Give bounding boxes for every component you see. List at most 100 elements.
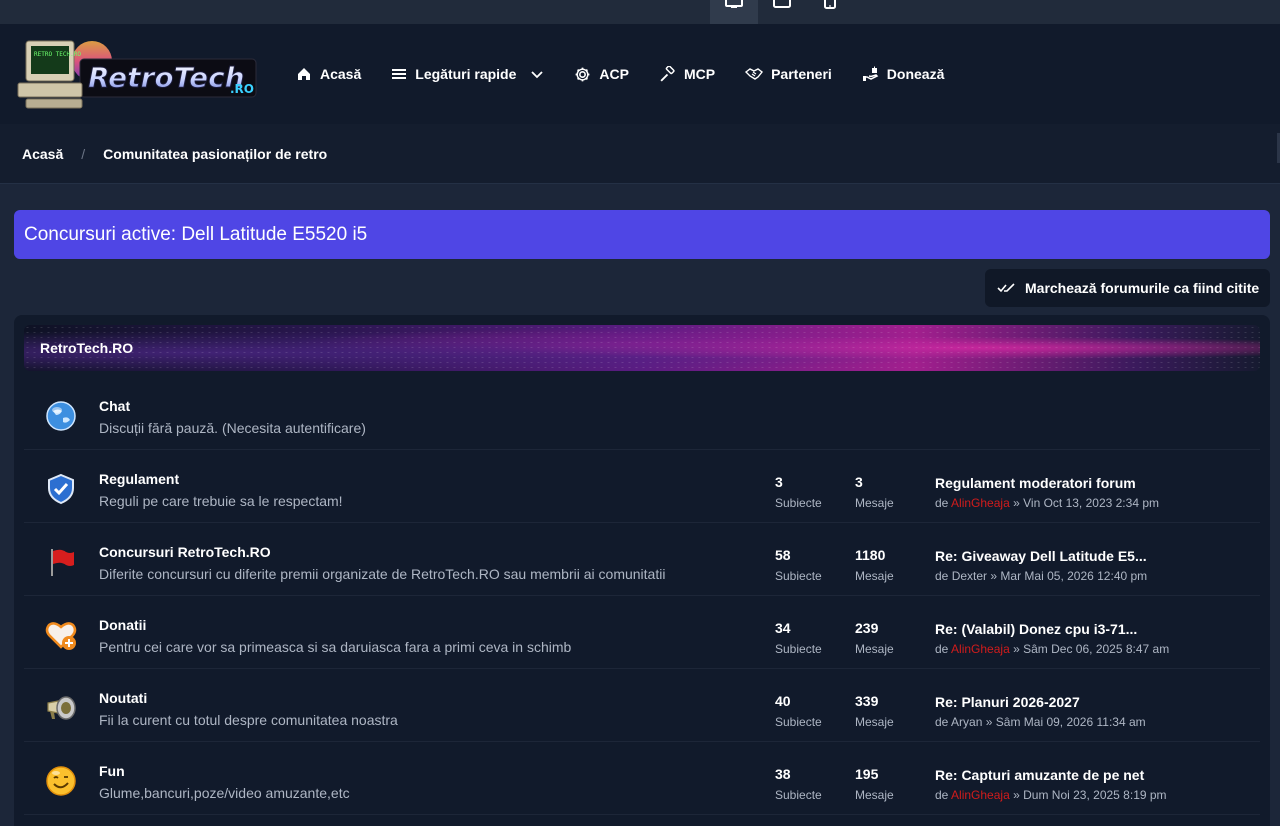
announcement-banner: Concursuri active: Dell Latitude E5520 i… [14, 210, 1270, 259]
site-header: RETRO TECH.RO RetroTech .RO Acasă Legătu… [0, 24, 1280, 124]
nav-quick-links[interactable]: Legături rapide [391, 66, 544, 82]
topics-count: 40 [775, 693, 791, 709]
posts-count: 339 [855, 693, 879, 709]
last-post-user[interactable]: Aryan [951, 715, 982, 729]
by-label: de [935, 715, 949, 729]
posts-label: Mesaje [855, 642, 894, 656]
meta-sep: » [985, 715, 993, 729]
topics-label: Subiecte [775, 715, 822, 729]
last-post-meta: de Aryan » Sâm Mai 09, 2026 11:34 am [935, 715, 1146, 729]
last-post-title[interactable]: Re: Giveaway Dell Latitude E5... [935, 548, 1147, 564]
posts-count: 1180 [855, 547, 886, 563]
double-check-icon [997, 283, 1015, 293]
mark-forums-read-label: Marchează forumurile ca fiind citite [1025, 280, 1260, 296]
site-logo[interactable]: RETRO TECH.RO RetroTech .RO [16, 39, 260, 111]
forum-description: Pentru cei care vor sa primeasca si sa d… [99, 639, 572, 655]
topics-count: 38 [775, 766, 791, 782]
topics-label: Subiecte [775, 788, 822, 802]
forum-name[interactable]: Concursuri RetroTech.RO [99, 544, 271, 560]
mobile-icon [824, 0, 836, 9]
topics-count: 58 [775, 547, 791, 563]
nav-donate[interactable]: Donează [862, 66, 945, 82]
tablet-icon [773, 0, 791, 8]
posts-label: Mesaje [855, 715, 894, 729]
forum-name[interactable]: Chat [99, 398, 130, 414]
forum-name[interactable]: Fun [99, 763, 125, 779]
by-label: de [935, 569, 949, 583]
nav-partners[interactable]: Parteneri [745, 66, 832, 82]
category-title[interactable]: RetroTech.RO [40, 340, 133, 356]
last-post-user[interactable]: AlinGheaja [951, 642, 1010, 656]
nav-mcp-label: MCP [683, 66, 716, 82]
breadcrumb-separator: / [81, 145, 86, 162]
desktop-icon [725, 0, 743, 8]
last-post-date: Sâm Dec 06, 2025 8:47 am [1023, 642, 1170, 656]
last-post-title[interactable]: Regulament moderatori forum [935, 475, 1136, 491]
nav-partners-label: Parteneri [771, 66, 832, 82]
topics-label: Subiecte [775, 642, 822, 656]
topics-count: 34 [775, 620, 791, 636]
last-post-date: Vin Oct 13, 2023 2:34 pm [1023, 496, 1159, 510]
device-switcher-bar [0, 0, 1280, 24]
nav-home[interactable]: Acasă [296, 66, 361, 82]
meta-sep: » [1013, 788, 1020, 802]
heart-plus-icon [45, 622, 77, 650]
last-post-title[interactable]: Re: (Valabil) Donez cpu i3-71... [935, 621, 1137, 637]
breadcrumb: Acasă / Comunitatea pasionaților de retr… [0, 124, 1280, 184]
forum-row-concursuri: Concursuri RetroTech.RO Diferite concurs… [24, 523, 1260, 596]
last-post-meta: de AlinGheaja » Dum Noi 23, 2025 8:19 pm [935, 788, 1167, 802]
tablet-view-button[interactable] [758, 0, 806, 24]
forum-description: Discuții fără pauză. (Necesita autentifi… [99, 420, 366, 436]
handshake-icon [745, 68, 764, 80]
nav-home-label: Acasă [320, 66, 362, 82]
by-label: de [935, 642, 949, 656]
last-post-date: Sâm Mai 09, 2026 11:34 am [995, 715, 1146, 729]
home-icon [298, 68, 310, 80]
by-label: de [935, 788, 949, 802]
last-post-date: Mar Mai 05, 2026 12:40 pm [1000, 569, 1148, 583]
forum-description: Reguli pe care trebuie sa le respectam! [99, 493, 343, 509]
mobile-view-button[interactable] [806, 0, 854, 24]
last-post-title[interactable]: Re: Capturi amuzante de pe net [935, 767, 1144, 783]
meta-sep: » [990, 569, 998, 583]
topics-label: Subiecte [775, 496, 822, 510]
last-post-meta: de AlinGheaja » Vin Oct 13, 2023 2:34 pm [935, 496, 1159, 510]
nav-acp[interactable]: ACP [574, 66, 629, 83]
desktop-view-button[interactable] [710, 0, 758, 24]
forum-name[interactable]: Donatii [99, 617, 146, 633]
flag-icon [51, 549, 74, 576]
nav-quick-links-label: Legături rapide [415, 66, 517, 82]
forum-name[interactable]: Regulament [99, 471, 179, 487]
forum-description: Diferite concursuri cu diferite premii o… [99, 566, 666, 582]
last-post-date: Dum Noi 23, 2025 8:19 pm [1023, 788, 1167, 802]
gavel-icon [660, 65, 675, 82]
logo-text: RetroTech [88, 61, 245, 94]
breadcrumb-current[interactable]: Comunitatea pasionaților de retro [103, 146, 327, 162]
breadcrumb-home[interactable]: Acasă [22, 146, 63, 162]
forum-name[interactable]: Noutati [99, 690, 147, 706]
forum-row-donatii: Donatii Pentru cei care vor sa primeasca… [24, 596, 1260, 669]
posts-label: Mesaje [855, 496, 894, 510]
last-post-meta: de AlinGheaja » Sâm Dec 06, 2025 8:47 am [935, 642, 1169, 656]
smiley-icon [46, 766, 76, 796]
posts-label: Mesaje [855, 788, 894, 802]
posts-count: 3 [855, 474, 863, 490]
forum-row-noutati: Noutati Fii la curent cu totul despre co… [24, 669, 1260, 742]
mark-forums-read-button[interactable]: Marchează forumurile ca fiind citite [985, 269, 1270, 307]
forum-category-panel: RetroTech.RO Chat Discuții fără pauză. (… [14, 315, 1270, 826]
gear-icon [576, 67, 590, 81]
announcement-text: Concursuri active: Dell Latitude E5520 i… [24, 223, 368, 245]
logo-suffix: .RO [230, 82, 254, 96]
last-post-user[interactable]: Dexter [952, 569, 987, 583]
meta-sep: » [1013, 496, 1020, 510]
forum-row-chat: Chat Discuții fără pauză. (Necesita aute… [24, 377, 1260, 450]
posts-count: 195 [855, 766, 879, 782]
last-post-user[interactable]: AlinGheaja [951, 496, 1010, 510]
logo-screen-text: RETRO TECH.RO [34, 51, 81, 58]
nav-mcp[interactable]: MCP [659, 65, 716, 83]
chevron-down-icon [531, 71, 544, 79]
last-post-user[interactable]: AlinGheaja [951, 788, 1010, 802]
nav-donate-label: Donează [886, 66, 945, 82]
forum-row-fun: Fun Glume,bancuri,poze/video amuzante,et… [24, 742, 1260, 815]
last-post-title[interactable]: Re: Planuri 2026-2027 [935, 694, 1080, 710]
